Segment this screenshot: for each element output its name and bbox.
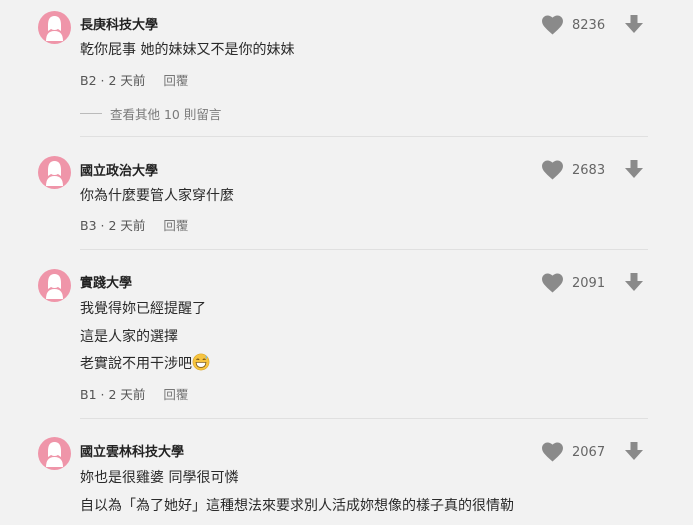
like-button[interactable]: 2067 <box>541 442 605 462</box>
heart-icon <box>542 442 563 462</box>
heart-icon <box>542 160 563 180</box>
school-name[interactable]: 國立雲林科技大學 <box>80 441 184 460</box>
floor-number: B2 <box>80 73 97 88</box>
timestamp: 2 天前 <box>108 387 146 402</box>
arrow-down-icon <box>625 442 643 460</box>
more-replies-label: 查看其他 10 則留言 <box>110 107 222 122</box>
view-more-replies-button[interactable]: 查看其他 10 則留言 <box>80 104 221 123</box>
comment-divider <box>80 249 648 250</box>
comment-meta: B3 · 2 天前 回覆 <box>80 215 188 234</box>
arrow-down-icon <box>625 15 643 33</box>
comment-text-line: 乾你屁事 她的妹妹又不是你的妹妹 <box>80 42 295 58</box>
comment-meta: B1 · 2 天前 回覆 <box>80 384 188 403</box>
more-replies-dash <box>80 113 102 114</box>
female-avatar-icon[interactable] <box>38 11 71 44</box>
comment-divider <box>80 418 648 419</box>
timestamp: 2 天前 <box>108 73 146 88</box>
heart-icon <box>542 273 563 293</box>
comment-text-line: 這是人家的選擇 <box>80 329 178 345</box>
comment-text: 老實說不用干涉吧 <box>80 356 192 372</box>
comment-feed: 長庚科技大學 乾你屁事 她的妹妹又不是你的妹妹 B2 · 2 天前 回覆 823… <box>0 0 693 525</box>
like-count: 8236 <box>572 17 606 33</box>
downvote-button[interactable] <box>624 14 644 38</box>
female-avatar-icon[interactable] <box>38 156 71 189</box>
arrow-down-icon <box>625 160 643 178</box>
arrow-down-icon <box>625 273 643 291</box>
comment-text-line: 你為什麼要管人家穿什麼 <box>80 188 234 204</box>
downvote-button[interactable] <box>624 272 644 296</box>
like-count: 2067 <box>572 444 606 460</box>
comment-text-line: 自以為「為了她好」這種想法來要求別人活成妳想像的樣子真的很情勒 <box>80 498 514 514</box>
comment-meta: B2 · 2 天前 回覆 <box>80 70 188 89</box>
reply-button[interactable]: 回覆 <box>163 73 188 88</box>
reply-button[interactable]: 回覆 <box>163 387 188 402</box>
comment-text-line: 我覺得妳已經提醒了 <box>80 301 206 317</box>
comment-text-line: 老實說不用干涉吧 <box>80 353 210 373</box>
heart-icon <box>542 15 563 35</box>
grinning-sweat-emoji-icon <box>192 353 210 371</box>
like-count: 2683 <box>572 162 606 178</box>
female-avatar-icon[interactable] <box>38 269 71 302</box>
like-count: 2091 <box>572 275 606 291</box>
floor-number: B3 <box>80 218 97 233</box>
school-name[interactable]: 國立政治大學 <box>80 160 158 179</box>
comment-text-line: 妳也是很雞婆 同學很可憐 <box>80 470 239 486</box>
downvote-button[interactable] <box>624 441 644 465</box>
like-button[interactable]: 2091 <box>541 273 605 293</box>
like-button[interactable]: 2683 <box>541 160 605 180</box>
school-name[interactable]: 實踐大學 <box>80 272 132 291</box>
timestamp: 2 天前 <box>108 218 146 233</box>
comment-divider <box>80 136 648 137</box>
reply-button[interactable]: 回覆 <box>163 218 188 233</box>
like-button[interactable]: 8236 <box>541 15 605 35</box>
school-name[interactable]: 長庚科技大學 <box>80 14 158 33</box>
female-avatar-icon[interactable] <box>38 437 71 470</box>
floor-number: B1 <box>80 387 97 402</box>
downvote-button[interactable] <box>624 159 644 183</box>
